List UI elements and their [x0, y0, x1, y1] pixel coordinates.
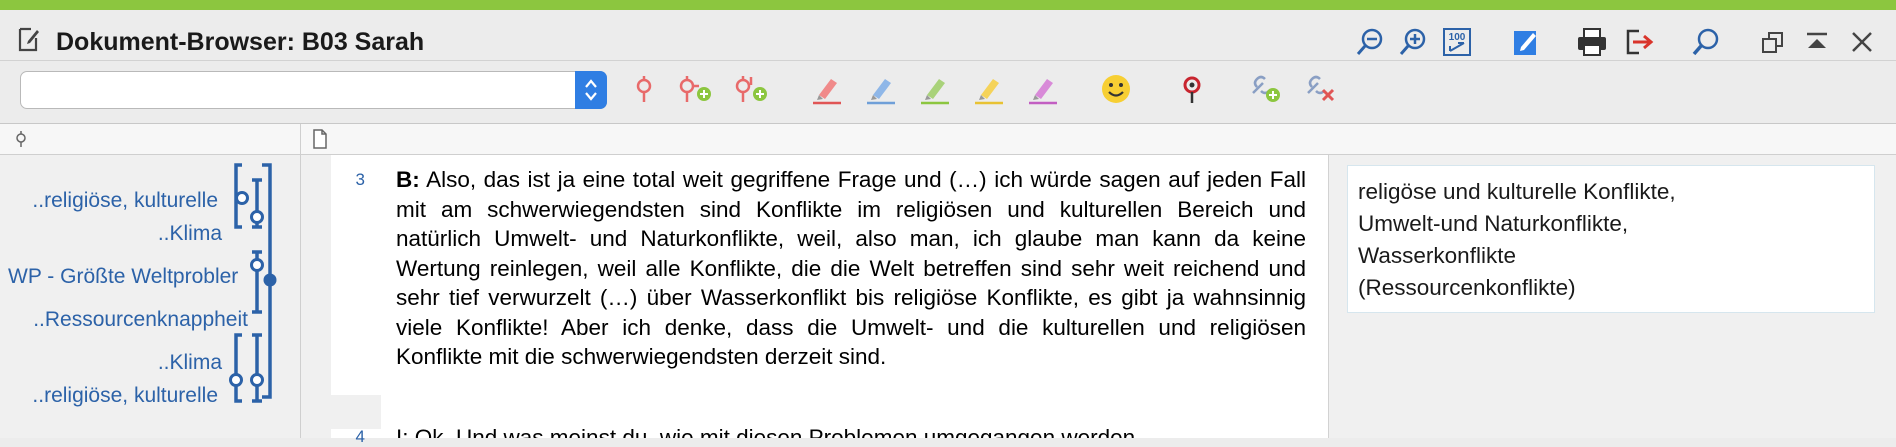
edit-icon[interactable] — [1509, 25, 1543, 59]
speaker-label: B: — [396, 167, 420, 192]
restore-icon[interactable] — [1756, 25, 1790, 59]
window-accent-bar — [0, 0, 1896, 10]
paragraph-number-next: 4 — [355, 427, 365, 446]
column-headers — [0, 124, 1896, 155]
zoom-out-icon[interactable] — [1353, 25, 1387, 59]
coding-stripes[interactable] — [225, 155, 295, 438]
comment-box[interactable]: religöse und kulturelle Konflikte, Umwel… — [1347, 165, 1875, 313]
link-remove-icon[interactable] — [1300, 69, 1340, 109]
emoticode-icon[interactable] — [1096, 69, 1136, 109]
highlight-yellow-icon[interactable] — [969, 69, 1009, 109]
in-vivo-code-icon[interactable] — [731, 69, 771, 109]
paragraph-text[interactable]: B: Also, das ist ja eine total weit gegr… — [396, 165, 1306, 372]
comment-line: religöse und kulturelle Konflikte, — [1358, 179, 1676, 204]
window-title: Dokument-Browser: B03 Sarah — [56, 28, 425, 56]
comment-line: Umwelt-und Naturkonflikte, — [1358, 211, 1629, 236]
document-edit-icon — [18, 27, 39, 52]
code-icon[interactable] — [624, 69, 664, 109]
memo-pin-icon[interactable] — [1172, 69, 1212, 109]
code-label-klima[interactable]: ..Klima — [158, 222, 222, 246]
combo-arrow-icon[interactable] — [575, 71, 607, 109]
code-label-klima-2[interactable]: ..Klima — [158, 351, 222, 375]
paragraph-number: 3 — [355, 170, 365, 189]
new-code-icon[interactable] — [675, 69, 715, 109]
coding-stripes-panel: ..religiöse, kulturelle ..Klima WP - Grö… — [0, 155, 301, 438]
highlight-green-icon[interactable] — [915, 69, 955, 109]
code-select-input[interactable] — [31, 79, 575, 103]
gutter — [301, 155, 331, 438]
collapse-icon[interactable] — [1800, 25, 1834, 59]
line-separator — [331, 395, 381, 429]
search-icon[interactable] — [1689, 25, 1723, 59]
toolbar — [0, 61, 1896, 124]
column-divider — [300, 124, 301, 154]
comment-line: (Ressourcenkonflikte) — [1358, 275, 1576, 300]
code-column-icon[interactable] — [14, 130, 28, 153]
export-icon[interactable] — [1622, 25, 1656, 59]
zoom-100-icon[interactable]: 100 — [1440, 25, 1474, 59]
title-bar: Dokument-Browser: B03 Sarah 100 — [0, 10, 1896, 61]
highlight-magenta-icon[interactable] — [1023, 69, 1063, 109]
code-label-wp-groesste-weltprobleme[interactable]: WP - Größte Weltprobler — [8, 265, 238, 289]
highlight-blue-icon[interactable] — [861, 69, 901, 109]
comment-line: Wasserkonflikte — [1358, 243, 1516, 268]
highlight-red-icon[interactable] — [807, 69, 847, 109]
svg-text:100: 100 — [1449, 32, 1466, 43]
comment-text[interactable]: religöse und kulturelle Konflikte, Umwel… — [1358, 176, 1858, 304]
document-text-area[interactable]: B: Also, das ist ja eine total weit gegr… — [381, 155, 1328, 438]
next-paragraph-text[interactable]: I: Ok. Und was meinst du, wie mit diesen… — [396, 425, 1135, 438]
code-label-religioese-kulturelle[interactable]: ..religiöse, kulturelle — [32, 189, 218, 213]
document-column-icon[interactable] — [312, 129, 328, 154]
paragraph-body: Also, das ist ja eine total weit gegriff… — [396, 167, 1306, 369]
code-label-religioese-kulturelle-2[interactable]: ..religiöse, kulturelle — [32, 384, 218, 408]
code-select-combo[interactable] — [20, 71, 607, 109]
code-label-ressourcenknappheit[interactable]: ..Ressourcenknappheit — [33, 308, 248, 332]
comment-panel: religöse und kulturelle Konflikte, Umwel… — [1328, 155, 1896, 438]
close-icon[interactable] — [1845, 25, 1879, 59]
print-icon[interactable] — [1575, 25, 1609, 59]
zoom-in-icon[interactable] — [1396, 25, 1430, 59]
line-number-column: 3 4 — [331, 155, 381, 446]
link-add-icon[interactable] — [1245, 69, 1285, 109]
